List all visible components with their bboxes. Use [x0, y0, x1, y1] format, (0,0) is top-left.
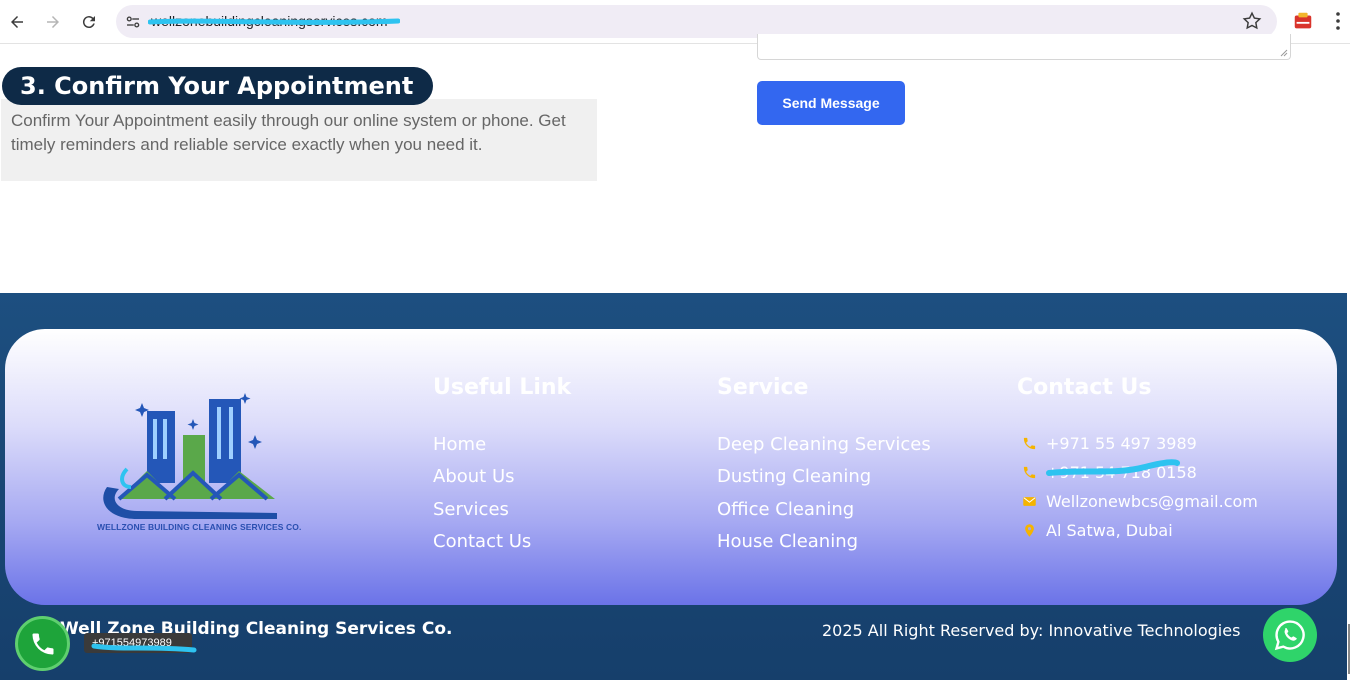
step-description-box: Confirm Your Appointment easily through … — [1, 99, 597, 181]
service-link-deep-cleaning[interactable]: Deep Cleaning Services — [717, 434, 931, 455]
web-page: Confirm Your Appointment easily through … — [0, 34, 1347, 680]
reload-icon[interactable] — [77, 10, 101, 34]
call-button[interactable] — [15, 616, 70, 671]
step-description: Confirm Your Appointment easily through … — [11, 111, 566, 154]
redaction-scribble — [148, 18, 400, 25]
footer-link-services[interactable]: Services — [433, 499, 509, 520]
redaction-scribble — [91, 643, 197, 653]
footer-link-contact[interactable]: Contact Us — [433, 531, 531, 552]
site-settings-icon[interactable] — [124, 13, 142, 31]
bookmark-star-icon[interactable] — [1241, 10, 1263, 32]
whatsapp-button[interactable] — [1263, 608, 1317, 662]
company-logo[interactable]: WELLZONE BUILDING CLEANING SERVICES CO. — [97, 391, 302, 536]
location-pin-icon — [1025, 523, 1034, 537]
contact-heading: Contact Us — [1017, 375, 1152, 400]
whatsapp-icon — [1274, 620, 1305, 651]
redaction-scribble — [1046, 459, 1180, 476]
logo-caption: WELLZONE BUILDING CLEANING SERVICES CO. — [97, 522, 302, 532]
phone-1-text[interactable]: +971 55 497 3989 — [1046, 434, 1197, 453]
contact-email[interactable]: Wellzonewbcs@gmail.com — [1017, 490, 1258, 512]
forward-icon[interactable] — [41, 10, 65, 34]
message-textarea[interactable] — [757, 34, 1291, 60]
contact-address: Al Satwa, Dubai — [1017, 519, 1173, 541]
copyright-text: 2025 All Right Reserved by: Innovative T… — [822, 621, 1241, 640]
phone-icon — [32, 633, 53, 654]
address-text: Al Satwa, Dubai — [1046, 520, 1173, 540]
resize-grip-icon[interactable] — [1280, 49, 1288, 57]
extension-icon[interactable] — [1292, 10, 1314, 32]
footer-card: WELLZONE BUILDING CLEANING SERVICES CO. … — [5, 329, 1337, 605]
phone-icon — [1023, 466, 1036, 478]
useful-link-heading: Useful Link — [433, 375, 572, 400]
phone-icon — [1023, 437, 1036, 449]
service-heading: Service — [717, 375, 809, 400]
contact-phone-1[interactable]: +971 55 497 3989 — [1017, 432, 1197, 454]
step-title: 3. Confirm Your Appointment — [2, 67, 434, 105]
footer: WELLZONE BUILDING CLEANING SERVICES CO. … — [0, 293, 1347, 680]
envelope-icon — [1023, 496, 1036, 506]
service-link-office[interactable]: Office Cleaning — [717, 499, 854, 520]
back-icon[interactable] — [5, 10, 29, 34]
service-link-house[interactable]: House Cleaning — [717, 531, 858, 552]
logo-graphic — [103, 393, 277, 519]
menu-kebab-icon[interactable] — [1328, 10, 1348, 32]
service-link-dusting[interactable]: Dusting Cleaning — [717, 466, 871, 487]
footer-link-home[interactable]: Home — [433, 434, 486, 455]
footer-link-about[interactable]: About Us — [433, 466, 515, 487]
send-message-button[interactable]: Send Message — [757, 81, 905, 125]
email-text[interactable]: Wellzonewbcs@gmail.com — [1046, 492, 1258, 511]
